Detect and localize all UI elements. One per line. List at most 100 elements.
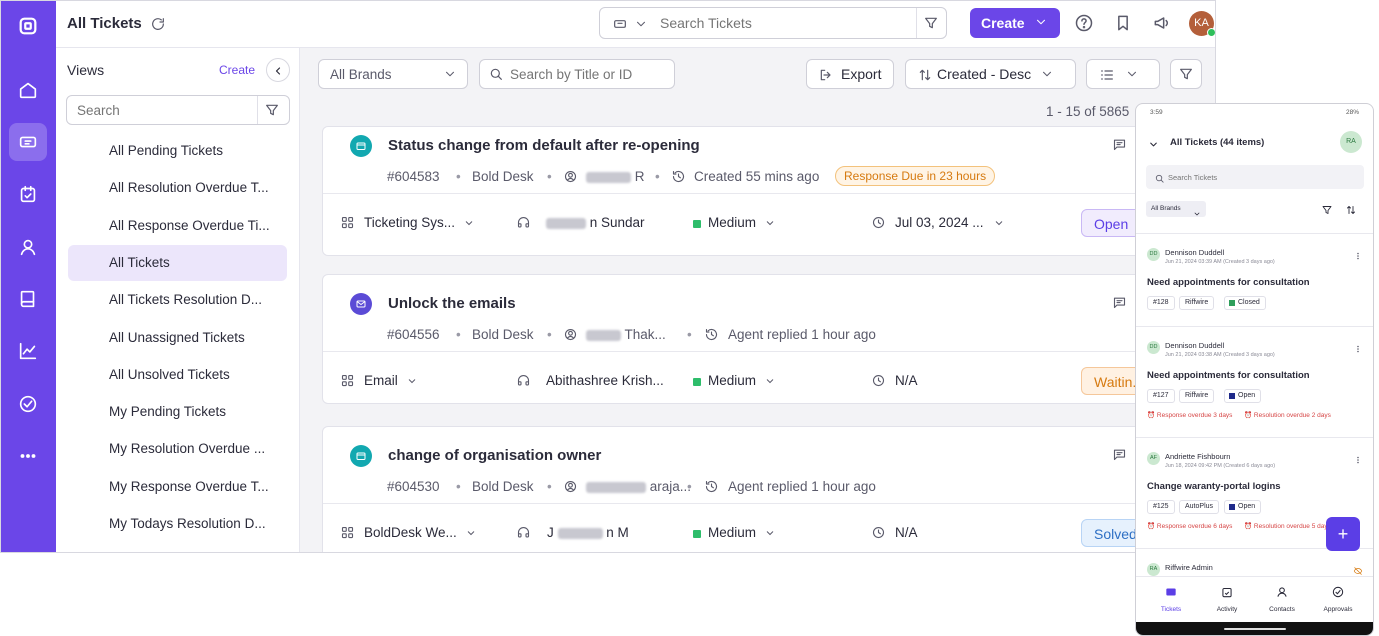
ticket-card[interactable]: Unlock the emails #604556 • Bold Desk • … <box>322 274 1152 404</box>
phone-brands-dropdown[interactable]: All Brands <box>1146 201 1206 217</box>
agent-name[interactable]: J n M <box>547 525 629 540</box>
view-item[interactable]: All Resolution Overdue T... <box>68 170 287 206</box>
layout-dropdown[interactable] <box>1086 59 1160 89</box>
comment-icon[interactable] <box>1112 295 1127 315</box>
ticket-id-chip: #125 <box>1147 500 1175 514</box>
phone-system-bar <box>1136 622 1373 635</box>
brand-chip: AutoPlus <box>1179 500 1220 514</box>
phone-search-input[interactable] <box>1168 170 1348 184</box>
contact-name[interactable]: Thak... <box>586 327 666 342</box>
meta-separator: • <box>547 327 552 342</box>
phone-ticket-card[interactable]: DD Dennison Duddell Jun 21, 2024 03:39 AM… <box>1136 233 1373 326</box>
resolution-overdue-label: ⏰ Resolution overdue 2 days <box>1244 412 1331 419</box>
view-item[interactable]: My Pending Tickets <box>68 394 287 430</box>
view-item[interactable]: All Pending Tickets <box>68 133 287 169</box>
ticket-id[interactable]: #604530 <box>387 479 440 494</box>
filter-button[interactable] <box>1170 59 1202 89</box>
ticket-title[interactable]: change of organisation owner <box>388 447 601 464</box>
status-chip: Closed <box>1224 296 1266 310</box>
phone-ticket-card[interactable]: DD Dennison Duddell Jun 21, 2024 03:38 AM… <box>1136 326 1373 437</box>
ticket-list-area: All Brands Export Created - Desc <box>300 48 1215 552</box>
filter-icon[interactable] <box>1321 203 1333 221</box>
due-date[interactable]: N/A <box>895 373 918 388</box>
create-view-link[interactable]: Create <box>219 63 255 77</box>
chevron-down-icon <box>1125 67 1139 84</box>
ticket-card[interactable]: Status change from default after re-open… <box>322 126 1152 256</box>
comment-icon[interactable] <box>1112 447 1127 467</box>
ticket-type-icon[interactable] <box>612 16 628 37</box>
category-dropdown[interactable]: BoldDesk We... <box>364 525 477 540</box>
view-item[interactable]: All Response Overdue Ti... <box>68 208 287 244</box>
brands-dropdown[interactable]: All Brands <box>318 59 468 89</box>
view-item[interactable]: All Tickets <box>68 244 287 281</box>
ticket-card[interactable]: change of organisation owner #604530 • B… <box>322 426 1152 552</box>
help-icon[interactable] <box>1074 13 1094 38</box>
announcement-icon[interactable] <box>1152 13 1172 38</box>
view-item[interactable]: My Todays Resolution D... <box>68 506 287 542</box>
category-value: BoldDesk We... <box>364 525 457 540</box>
export-button[interactable]: Export <box>806 59 894 89</box>
contact-initials: AF <box>1149 455 1158 461</box>
phone-avatar[interactable]: RA <box>1340 131 1362 153</box>
phone-nav-contacts[interactable]: Contacts <box>1257 585 1307 613</box>
ticket-id[interactable]: #604583 <box>387 169 440 184</box>
global-search-input[interactable] <box>660 12 900 34</box>
contact-name[interactable]: R <box>586 169 645 184</box>
views-search-input[interactable] <box>77 100 247 120</box>
tickets-icon[interactable] <box>9 123 47 161</box>
phone-nav-approvals[interactable]: Approvals <box>1313 585 1363 613</box>
sort-dropdown[interactable]: Created - Desc <box>905 59 1076 89</box>
chevron-down-icon[interactable] <box>634 17 648 36</box>
ticket-title[interactable]: Unlock the emails <box>388 295 516 312</box>
home-icon[interactable] <box>9 71 47 109</box>
app-logo-icon[interactable] <box>9 7 47 45</box>
view-item[interactable]: All Unsolved Tickets <box>68 357 287 393</box>
category-dropdown[interactable]: Ticketing Sys... <box>364 215 475 230</box>
priority-dropdown[interactable]: Medium <box>708 215 776 230</box>
approvals-icon[interactable] <box>9 385 47 423</box>
clock-history-icon <box>671 169 686 189</box>
category-icon <box>340 215 355 235</box>
phone-nav-activity[interactable]: Activity <box>1202 585 1252 613</box>
top-bar: All Tickets Create <box>56 1 1215 48</box>
chevron-down-icon[interactable] <box>1148 137 1159 155</box>
contact-name-suffix: R <box>634 169 645 184</box>
reports-icon[interactable] <box>9 332 47 370</box>
due-date[interactable]: Jul 03, 2024 ... <box>895 215 1005 230</box>
ticket-search-input[interactable] <box>510 65 668 83</box>
pagination-info: 1 - 15 of 5865 <box>1046 104 1130 119</box>
status-badge[interactable]: Open <box>1081 209 1142 237</box>
fab-add-button[interactable]: + <box>1326 517 1360 551</box>
knowledge-base-icon[interactable] <box>9 280 47 318</box>
activity-icon[interactable] <box>9 175 47 213</box>
category-dropdown[interactable]: Email <box>364 373 418 388</box>
due-date[interactable]: N/A <box>895 525 918 540</box>
comment-icon[interactable] <box>1112 137 1127 157</box>
view-item[interactable]: My Resolution Overdue ... <box>68 431 287 467</box>
agent-name[interactable]: n Sundar <box>546 215 645 230</box>
create-button[interactable]: Create <box>970 8 1060 38</box>
contacts-icon[interactable] <box>9 228 47 266</box>
phone-nav-tickets[interactable]: Tickets <box>1146 585 1196 613</box>
view-item[interactable]: All Unassigned Tickets <box>68 320 287 356</box>
filter-icon[interactable] <box>264 102 280 123</box>
more-icon[interactable] <box>1353 248 1363 266</box>
more-icon[interactable] <box>9 437 47 475</box>
filter-icon[interactable] <box>923 15 939 36</box>
bookmark-icon[interactable] <box>1113 13 1133 38</box>
ticket-id[interactable]: #604556 <box>387 327 440 342</box>
nav-rail <box>1 1 56 552</box>
sort-icon[interactable] <box>1345 203 1357 221</box>
view-item[interactable]: My Response Overdue T... <box>68 469 287 505</box>
agent-name[interactable]: Abithashree Krish... <box>546 373 664 388</box>
priority-dropdown[interactable]: Medium <box>708 525 776 540</box>
more-icon[interactable] <box>1353 452 1363 470</box>
collapse-panel-button[interactable] <box>266 58 290 82</box>
contact-name[interactable]: araja... <box>586 479 691 494</box>
priority-dropdown[interactable]: Medium <box>708 373 776 388</box>
ticket-title[interactable]: Status change from default after re-open… <box>388 137 700 154</box>
view-item[interactable]: All Tickets Resolution D... <box>68 282 287 318</box>
more-icon[interactable] <box>1353 341 1363 359</box>
refresh-icon[interactable] <box>150 16 166 37</box>
phone-nav-label: Activity <box>1216 606 1238 613</box>
